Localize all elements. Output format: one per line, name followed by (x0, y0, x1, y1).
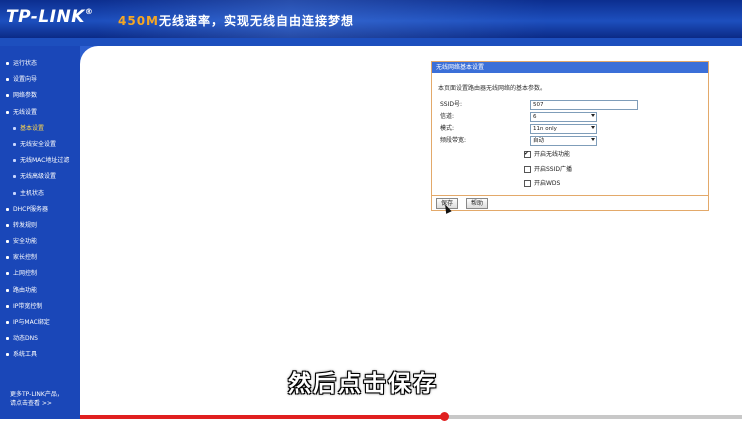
panel-title: 无线网络基本设置 (432, 62, 708, 73)
checkbox-unchecked-icon (524, 166, 531, 173)
sidebar-item-label: 转发规则 (13, 221, 38, 229)
sidebar-item[interactable]: 运行状态 (0, 56, 80, 72)
channel-select[interactable]: 6 (530, 112, 597, 122)
bullet-icon (13, 191, 16, 195)
sidebar-nav: 运行状态设置向导网络参数无线设置基本设置无线安全设置无线MAC地址过滤 无线高级设… (0, 56, 80, 364)
sidebar-item-label: 系统工具 (13, 351, 38, 359)
mode-label: 模式: (440, 125, 455, 132)
bullet-icon (6, 304, 9, 308)
bullet-icon (6, 223, 9, 227)
sidebar-item-label: 运行状态 (13, 60, 38, 67)
click-to-view-text: 请点击查看 >> (10, 400, 52, 407)
bullet-icon (13, 159, 16, 163)
top-header: TP-LINK® 450M无线速率，实现无线自由连接梦想 (0, 0, 742, 38)
enable-wireless-checkbox[interactable]: 开启无线功能 (524, 149, 571, 160)
bullet-icon (6, 272, 9, 276)
bullet-icon (6, 62, 9, 65)
sidebar-item-label: 设置向导 (13, 76, 38, 84)
chevron-down-icon (591, 138, 595, 141)
sidebar-item[interactable]: 无线高级设置 (0, 169, 80, 185)
sidebar-item-label: 安全功能 (13, 238, 38, 246)
bandwidth-label: 频段带宽: (440, 137, 467, 144)
sidebar-item[interactable]: 转发规则 (0, 218, 80, 234)
bullet-icon (6, 110, 9, 114)
wireless-basic-settings-panel: 无线网络基本设置 本页面设置路由器无线网络的基本参数。 SSID号: 507 信… (431, 61, 709, 211)
sidebar-item[interactable]: 安全功能 (0, 234, 80, 250)
bullet-icon (6, 78, 9, 82)
sidebar-item-label: 无线MAC地址过滤 (20, 157, 70, 165)
sidebar-item-label: 无线高级设置 (20, 173, 57, 181)
sidebar-item[interactable]: 无线MAC地址过滤 (0, 153, 80, 169)
bullet-icon (6, 207, 9, 211)
sidebar-item[interactable]: IP与MAC绑定 (0, 315, 80, 331)
sidebar-item-label: 网络参数 (13, 92, 38, 100)
sidebar-item[interactable]: 基本设置 (0, 121, 80, 137)
sidebar-item-label: 动态DNS (13, 335, 38, 343)
progress-handle[interactable] (440, 412, 450, 421)
sidebar-item-label: 无线设置 (13, 108, 38, 116)
channel-label: 信道: (440, 113, 455, 120)
sidebar-item[interactable]: 网络参数 (0, 88, 80, 104)
more-products-link[interactable]: 更多TP-LINK产品， 请点击查看 >> (10, 390, 63, 408)
enable-ssid-broadcast-label: 开启SSID广播 (534, 166, 573, 173)
sidebar-item-label: 路由功能 (13, 286, 38, 294)
header-subbar (0, 38, 742, 46)
sidebar-item-label: 上网控制 (13, 270, 38, 278)
sidebar-item-label: 无线安全设置 (20, 140, 57, 148)
sidebar-item[interactable]: 无线设置 (0, 105, 80, 121)
progress-fill (80, 415, 445, 419)
help-button[interactable]: 帮助 (466, 198, 489, 209)
mode-value: 11n only (533, 126, 557, 132)
bullet-icon (13, 126, 16, 130)
bullet-icon (6, 288, 9, 292)
enable-wireless-label: 开启无线功能 (534, 151, 571, 158)
header-banner: 450M无线速率，实现无线自由连接梦想 (118, 14, 355, 28)
channel-value: 6 (533, 114, 537, 120)
more-products-text: 更多TP-LINK产品， (10, 391, 63, 398)
bandwidth-select[interactable]: 自动 (530, 136, 597, 146)
enable-wds-label: 开启WDS (534, 180, 561, 187)
sidebar-item-label: IP与MAC绑定 (13, 319, 50, 326)
sidebar-item[interactable]: 无线安全设置 (0, 137, 80, 153)
sidebar-item-label: 主机状态 (20, 189, 45, 197)
sidebar-item[interactable]: 动态DNS (0, 331, 80, 347)
checkbox-unchecked-icon (524, 180, 531, 187)
ssid-label: SSID号: (440, 101, 463, 108)
bullet-icon (6, 94, 9, 98)
sidebar-item-label: IP带宽控制 (13, 302, 43, 310)
chevron-down-icon (591, 126, 595, 129)
sidebar-item[interactable]: 系统工具 (0, 347, 80, 363)
sidebar-item[interactable]: DHCP服务器 (0, 202, 80, 218)
sidebar-item[interactable]: IP带宽控制 (0, 299, 80, 315)
bullet-icon (6, 240, 9, 244)
bullet-icon (6, 256, 9, 260)
chevron-down-icon (591, 114, 595, 117)
enable-wds-checkbox[interactable]: 开启WDS (524, 179, 560, 189)
sidebar-item[interactable]: 路由功能 (0, 283, 80, 299)
panel-footer: 保存 帮助 (432, 195, 708, 210)
bandwidth-value: 自动 (533, 138, 545, 144)
sidebar-item-label: 基本设置 (20, 124, 45, 132)
mode-select[interactable]: 11n only (530, 124, 597, 134)
bullet-icon (13, 142, 16, 146)
tplink-logo: TP-LINK® (6, 7, 94, 27)
bullet-icon (6, 321, 9, 324)
sidebar-item[interactable]: 上网控制 (0, 266, 80, 282)
checkbox-checked-icon (524, 149, 531, 159)
panel-description: 本页面设置路由器无线网络的基本参数。 (438, 85, 547, 92)
video-progress-bar[interactable] (80, 412, 742, 421)
sidebar-item-label: DHCP服务器 (13, 205, 48, 213)
sidebar-item[interactable]: 家长控制 (0, 250, 80, 266)
enable-ssid-broadcast-checkbox[interactable]: 开启SSID广播 (524, 165, 572, 175)
bullet-icon (6, 353, 9, 357)
bullet-icon (6, 337, 9, 341)
bullet-icon (13, 175, 16, 179)
ssid-input[interactable]: 507 (530, 100, 638, 110)
sidebar-item[interactable]: 主机状态 (0, 186, 80, 202)
sidebar-item[interactable]: 设置向导 (0, 72, 80, 88)
video-subtitle: 然后点击保存 (288, 371, 438, 397)
sidebar-item-label: 家长控制 (13, 254, 38, 262)
